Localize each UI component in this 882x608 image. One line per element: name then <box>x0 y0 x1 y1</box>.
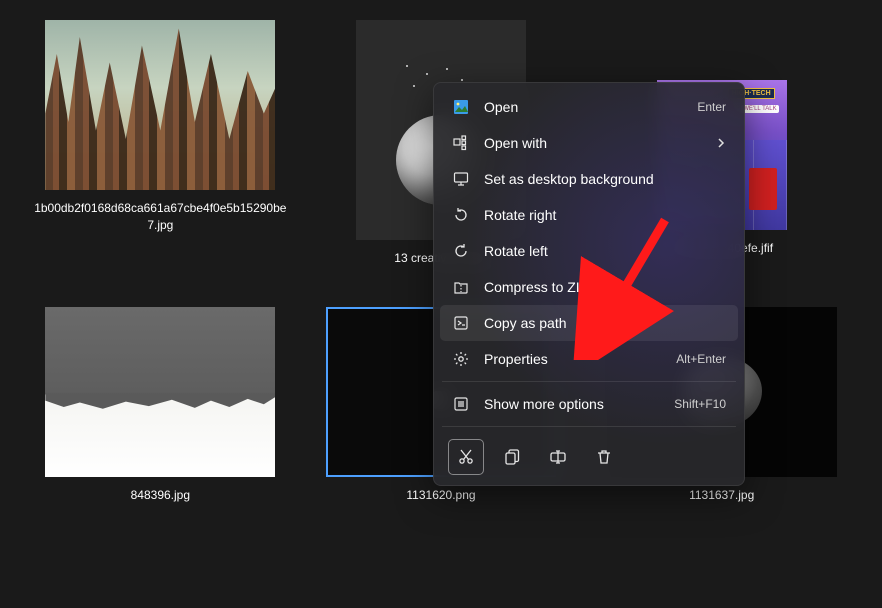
context-menu: Open Enter Open with Set as desktop back… <box>433 82 745 486</box>
cut-icon <box>457 448 475 466</box>
menu-label: Set as desktop background <box>484 171 726 187</box>
menu-label: Rotate right <box>484 207 726 223</box>
menu-item-set-desktop-background[interactable]: Set as desktop background <box>440 161 738 197</box>
menu-separator <box>442 381 736 382</box>
properties-icon <box>452 350 470 368</box>
menu-label: Open <box>484 99 683 115</box>
menu-item-compress-zip[interactable]: Compress to ZIP file <box>440 269 738 305</box>
menu-separator <box>442 426 736 427</box>
menu-accelerator: Shift+F10 <box>674 397 726 411</box>
menu-item-show-more-options[interactable]: Show more options Shift+F10 <box>440 386 738 422</box>
menu-label: Rotate left <box>484 243 726 259</box>
file-name-label: 1b00db2f0168d68ca661a67cbe4f0e5b15290be7… <box>30 200 290 234</box>
menu-action-bar <box>440 431 738 479</box>
action-rename[interactable] <box>540 439 576 475</box>
menu-item-open-with[interactable]: Open with <box>440 125 738 161</box>
menu-accelerator: Enter <box>697 100 726 114</box>
menu-item-open[interactable]: Open Enter <box>440 89 738 125</box>
action-cut[interactable] <box>448 439 484 475</box>
rename-icon <box>549 448 567 466</box>
menu-label: Copy as path <box>484 315 726 331</box>
menu-label: Show more options <box>484 396 660 412</box>
file-name-label: 1131620.png <box>406 487 475 504</box>
rotate-right-icon <box>452 206 470 224</box>
file-item[interactable]: 848396.jpg <box>30 307 291 504</box>
menu-label: Properties <box>484 351 662 367</box>
copy-path-icon <box>452 314 470 332</box>
file-thumbnail <box>45 20 275 190</box>
menu-accelerator: Alt+Enter <box>676 352 726 366</box>
action-delete[interactable] <box>586 439 622 475</box>
copy-icon <box>503 448 521 466</box>
zip-icon <box>452 278 470 296</box>
show-more-icon <box>452 395 470 413</box>
action-copy[interactable] <box>494 439 530 475</box>
file-item[interactable]: 1b00db2f0168d68ca661a67cbe4f0e5b15290be7… <box>30 20 291 267</box>
rotate-left-icon <box>452 242 470 260</box>
menu-item-copy-as-path[interactable]: Copy as path <box>440 305 738 341</box>
menu-item-properties[interactable]: Properties Alt+Enter <box>440 341 738 377</box>
open-with-icon <box>452 134 470 152</box>
file-name-label: 848396.jpg <box>131 487 190 504</box>
menu-item-rotate-left[interactable]: Rotate left <box>440 233 738 269</box>
menu-item-rotate-right[interactable]: Rotate right <box>440 197 738 233</box>
menu-label: Open with <box>484 135 702 151</box>
chevron-right-icon <box>716 138 726 148</box>
menu-label: Compress to ZIP file <box>484 279 726 295</box>
desktop-icon <box>452 170 470 188</box>
file-thumbnail <box>45 307 275 477</box>
file-name-label: 1131637.jpg <box>689 487 754 504</box>
delete-icon <box>595 448 613 466</box>
picture-icon <box>452 98 470 116</box>
